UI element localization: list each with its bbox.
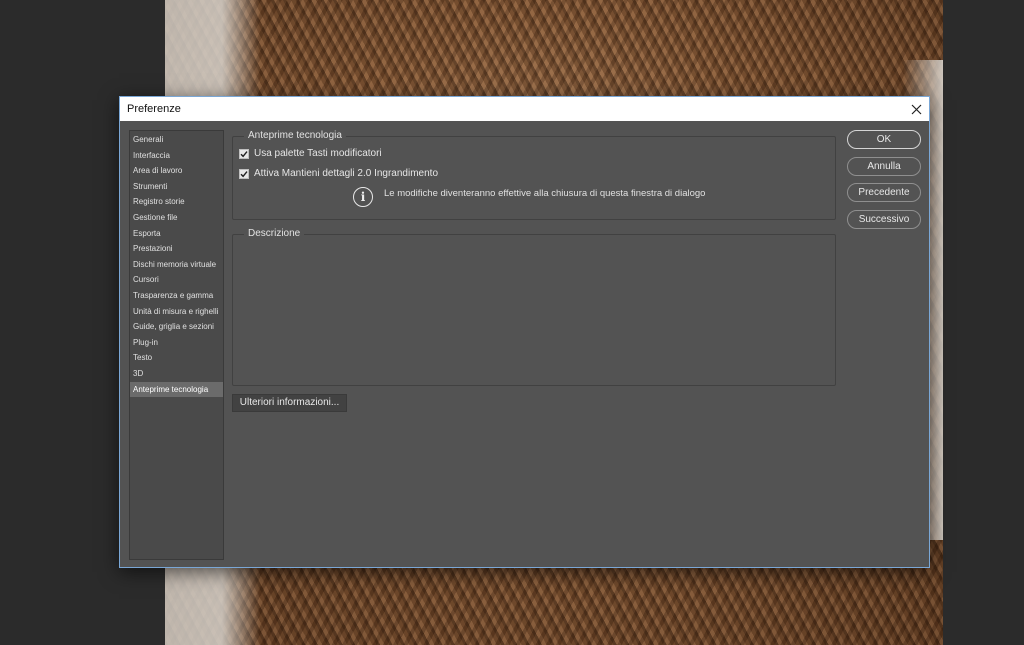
info-icon: i [353, 187, 373, 207]
checkmark-icon [240, 170, 248, 177]
description-group: Descrizione [232, 228, 836, 386]
sidebar-item-anteprime-tecnologia[interactable]: Anteprime tecnologia [130, 381, 223, 398]
checkbox-label: Attiva Mantieni dettagli 2.0 Ingrandimen… [254, 168, 438, 179]
close-button[interactable] [903, 97, 929, 121]
close-icon [911, 104, 921, 114]
sidebar-item-trasparenza-e-gamma[interactable]: Trasparenza e gamma [130, 288, 223, 304]
sidebar-item-3d[interactable]: 3D [130, 366, 223, 382]
checkmark-icon [240, 150, 248, 157]
sidebar-item-cursori[interactable]: Cursori [130, 272, 223, 288]
restart-notice: i Le modifiche diventeranno effettive al… [353, 187, 705, 207]
preferences-dialog: Preferenze Generali Interfaccia Area di … [119, 96, 930, 568]
next-button[interactable]: Successivo [847, 210, 921, 229]
modifier-keys-palette-option: Usa palette Tasti modificatori [239, 148, 382, 159]
dialog-title: Preferenze [127, 103, 181, 115]
sidebar-item-registro-storie[interactable]: Registro storie [130, 194, 223, 210]
sidebar-item-plug-in[interactable]: Plug-in [130, 335, 223, 351]
sidebar-item-area-di-lavoro[interactable]: Area di lavoro [130, 163, 223, 179]
sidebar-item-dischi-memoria-virtuale[interactable]: Dischi memoria virtuale [130, 257, 223, 273]
preserve-details-option: Attiva Mantieni dettagli 2.0 Ingrandimen… [239, 168, 438, 179]
sidebar-item-generali[interactable]: Generali [130, 132, 223, 148]
sidebar-item-guide-griglia[interactable]: Guide, griglia e sezioni [130, 319, 223, 335]
preserve-details-checkbox[interactable] [239, 168, 249, 179]
previous-button[interactable]: Precedente [847, 183, 921, 202]
checkbox-label: Usa palette Tasti modificatori [254, 148, 382, 159]
cancel-button[interactable]: Annulla [847, 157, 921, 176]
group-label: Anteprime tecnologia [244, 130, 346, 142]
sidebar-item-prestazioni[interactable]: Prestazioni [130, 241, 223, 257]
sidebar-item-interfaccia[interactable]: Interfaccia [130, 148, 223, 164]
ok-button[interactable]: OK [847, 130, 921, 149]
dialog-titlebar: Preferenze [120, 97, 929, 121]
sidebar-item-esporta[interactable]: Esporta [130, 226, 223, 242]
sidebar-item-strumenti[interactable]: Strumenti [130, 179, 223, 195]
more-info-button[interactable]: Ulteriori informazioni... [232, 394, 347, 412]
preferences-sidebar: Generali Interfaccia Area di lavoro Stru… [129, 130, 224, 560]
info-text: Le modifiche diventeranno effettive alla… [384, 188, 706, 199]
sidebar-item-unita-di-misura[interactable]: Unità di misura e righelli [130, 304, 223, 320]
sidebar-item-testo[interactable]: Testo [130, 350, 223, 366]
sidebar-item-gestione-file[interactable]: Gestione file [130, 210, 223, 226]
technology-previews-group: Anteprime tecnologia Usa palette Tasti m… [232, 130, 836, 220]
modifier-keys-palette-checkbox[interactable] [239, 148, 249, 159]
group-label: Descrizione [244, 228, 305, 240]
